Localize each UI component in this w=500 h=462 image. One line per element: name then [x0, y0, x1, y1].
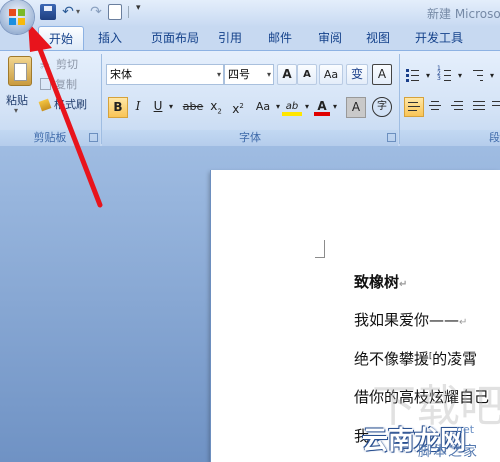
watermark-net: net	[456, 423, 475, 436]
chevron-down-icon[interactable]: ▾	[167, 97, 175, 116]
enclose-characters-button[interactable]: 字	[372, 97, 392, 117]
document-title[interactable]: 致橡树↵	[354, 271, 407, 292]
chevron-down-icon[interactable]: ▾	[303, 97, 311, 116]
font-size-select[interactable]: 四号 ▾	[224, 64, 274, 85]
align-right-button[interactable]	[448, 97, 466, 115]
title-text: 致橡树	[354, 273, 400, 291]
chevron-down-icon[interactable]: ▾	[331, 97, 339, 116]
clear-formatting-button[interactable]: Aa	[319, 64, 343, 85]
superscript-button[interactable]: x2	[230, 97, 246, 116]
paragraph-mark-icon: ↵	[399, 279, 408, 290]
character-shading-button[interactable]: A	[346, 97, 366, 118]
watermark-sub: 脚本之家	[418, 444, 478, 460]
grow-font-button[interactable]: A	[277, 64, 297, 85]
justify-button[interactable]	[470, 97, 488, 115]
paragraph-mark-icon: ↵	[459, 317, 468, 328]
font-launcher-icon[interactable]	[387, 133, 396, 142]
chevron-down-icon: ▾	[216, 70, 221, 79]
highlight-button[interactable]: ab	[282, 97, 302, 116]
chevron-down-icon[interactable]: ▾	[424, 66, 432, 85]
tab-references[interactable]: 引用	[212, 26, 248, 50]
font-size-value: 四号	[228, 68, 250, 81]
line-text: 的凌霄	[432, 350, 478, 368]
chevron-down-icon: ▾	[266, 70, 271, 79]
character-border-button[interactable]: A	[372, 64, 392, 85]
tab-page-layout[interactable]: 页面布局	[140, 26, 210, 50]
document-line[interactable]: 我如果爱你——↵	[354, 309, 467, 330]
line-text: 绝不像攀援	[354, 350, 430, 368]
chevron-down-icon[interactable]: ▾	[488, 66, 496, 85]
font-name-select[interactable]: 宋体 ▾	[106, 64, 224, 85]
tab-developer[interactable]: 开发工具	[408, 26, 470, 50]
align-center-button[interactable]	[426, 97, 444, 115]
bullets-button[interactable]	[404, 66, 422, 84]
subscript-button[interactable]: x2	[208, 97, 224, 116]
strikethrough-button[interactable]: abe	[180, 97, 206, 116]
align-left-button[interactable]	[404, 97, 424, 117]
paragraph-group-label: 段	[400, 130, 500, 146]
line-text: 我如果爱你——	[354, 311, 460, 329]
tab-review[interactable]: 审阅	[312, 26, 348, 50]
tab-mailings[interactable]: 邮件	[262, 26, 298, 50]
numbering-button[interactable]: 123	[436, 66, 454, 84]
chevron-down-icon[interactable]: ▾	[456, 66, 464, 85]
underline-button[interactable]: U	[150, 97, 166, 116]
tab-view[interactable]: 视图	[360, 26, 396, 50]
shrink-font-button[interactable]: A	[297, 64, 317, 85]
divider	[128, 6, 129, 18]
window-title: 新建 Microso	[427, 7, 500, 21]
office-logo-icon	[9, 9, 25, 25]
font-group-label: 字体	[102, 130, 398, 146]
multilevel-list-button[interactable]	[468, 66, 486, 84]
phonetic-guide-button[interactable]: 变	[346, 64, 368, 85]
chevron-down-icon[interactable]: ▾	[274, 97, 282, 116]
font-color-button[interactable]: A	[314, 97, 330, 116]
customize-quick-access-icon[interactable]: ▾	[136, 0, 141, 16]
distributed-button[interactable]	[490, 97, 500, 115]
italic-button[interactable]: I	[130, 97, 146, 116]
office-button[interactable]	[0, 0, 34, 34]
margin-corner-mark	[315, 240, 325, 258]
change-case-button[interactable]: Aa	[252, 97, 274, 116]
document-line[interactable]: 绝不像攀援[的凌霄	[354, 348, 477, 369]
